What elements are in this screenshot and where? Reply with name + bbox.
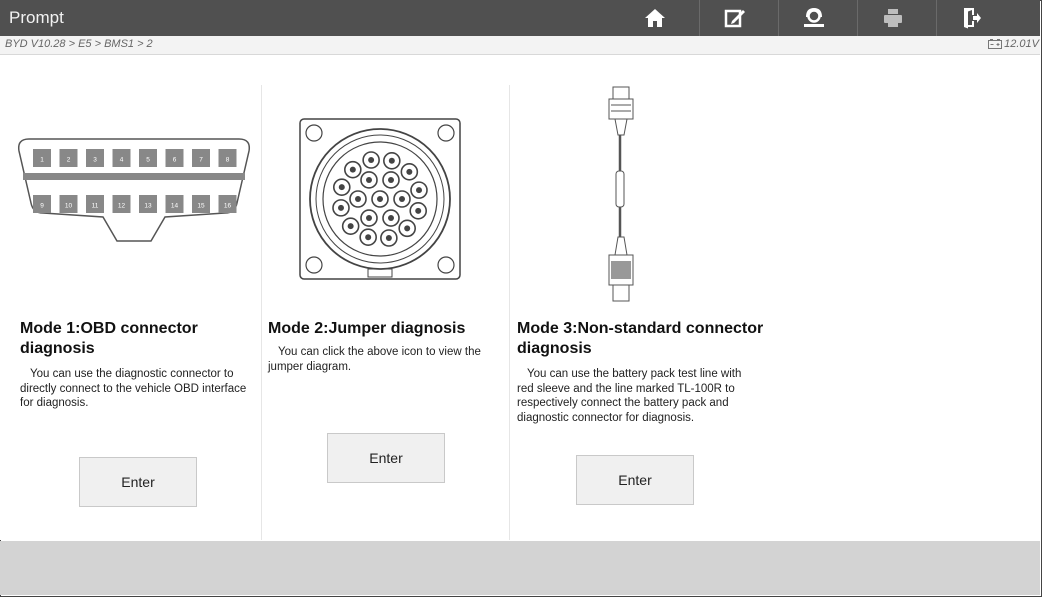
obd-connector-image[interactable]: 12345678 9 10 11 12 13 14 15 16	[15, 135, 253, 247]
obd-pin-label: 16	[224, 203, 232, 210]
obd-pin-label: 10	[65, 203, 73, 210]
exit-icon	[964, 8, 981, 29]
jumper-connector-image[interactable]	[298, 117, 462, 281]
column-divider	[509, 85, 510, 540]
obd-pin-label: 12	[118, 203, 126, 210]
edit-report-icon	[724, 9, 745, 28]
jumper-pin-center	[347, 223, 354, 230]
support-button[interactable]	[778, 0, 849, 36]
report-button[interactable]	[699, 0, 770, 36]
jumper-pin-center	[338, 184, 345, 191]
obd-pin-label: 2	[67, 157, 71, 164]
obd-pin-label: 4	[120, 157, 124, 164]
jumper-pin-center	[337, 204, 344, 211]
jumper-pin-center	[349, 166, 356, 173]
voltage-value: 12.01V	[1004, 38, 1039, 50]
home-icon	[645, 9, 665, 27]
column-divider	[261, 85, 262, 540]
battery-icon	[988, 39, 1003, 49]
window-title: Prompt	[9, 8, 64, 27]
test-cable-image[interactable]	[592, 85, 652, 307]
mode-2-enter-button[interactable]: Enter	[327, 433, 445, 483]
mode-3-enter-button[interactable]: Enter	[576, 455, 694, 505]
jumper-pin-center	[366, 176, 372, 183]
jumper-pin-center	[388, 176, 394, 183]
mode-3-description: You can use the battery pack test line w…	[517, 368, 742, 424]
mode-2-description: You can click the above icon to view the…	[268, 346, 481, 373]
mode-1-description: You can use the diagnostic connector to …	[20, 368, 247, 409]
support-icon	[804, 8, 824, 27]
obd-pin-label: 1	[40, 157, 44, 164]
jumper-pin-center	[355, 196, 361, 202]
title-bar: Prompt	[0, 0, 1040, 36]
jumper-pin-center	[416, 187, 423, 194]
obd-pin-label: 7	[199, 157, 203, 164]
jumper-pin-center	[399, 196, 405, 202]
jumper-pin-center	[388, 157, 395, 164]
obd-pin-label: 5	[146, 157, 150, 164]
breadcrumb-bar: BYD V10.28 > E5 > BMS1 > 2 12.01V	[0, 36, 1040, 55]
print-icon	[884, 9, 902, 27]
obd-pin-label: 9	[40, 203, 44, 210]
exit-button[interactable]	[936, 0, 1007, 36]
mode-3-title: Mode 3:Non-standard connector diagnosis	[517, 320, 764, 357]
jumper-pin-center	[406, 168, 413, 175]
jumper-pin-center	[388, 215, 394, 222]
obd-pin-label: 8	[226, 157, 230, 164]
jumper-pin-center	[404, 225, 411, 232]
home-button[interactable]	[620, 0, 690, 36]
jumper-pin-center	[368, 156, 375, 163]
jumper-pin-center	[377, 196, 383, 202]
mode-1-title: Mode 1:OBD connector diagnosis	[20, 320, 198, 357]
voltage-indicator: 12.01V	[988, 38, 1039, 50]
mode-1-enter-button[interactable]: Enter	[79, 457, 197, 507]
obd-pin-label: 3	[93, 157, 97, 164]
obd-pin-label: 13	[144, 203, 152, 210]
jumper-pin-center	[365, 234, 372, 241]
jumper-pin-center	[385, 235, 392, 242]
print-button[interactable]	[857, 0, 928, 36]
mode-selection-panel: 12345678 9 10 11 12 13 14 15 16 Mode 1:OBD conn…	[0, 55, 1040, 540]
footer-bar	[0, 541, 1040, 595]
jumper-pin-center	[415, 207, 422, 214]
obd-pin-label: 6	[173, 157, 177, 164]
mode-2-title: Mode 2:Jumper diagnosis	[268, 320, 466, 337]
jumper-pin-center	[366, 215, 372, 222]
obd-pin-label: 14	[171, 203, 179, 210]
obd-pin-label: 11	[92, 203, 99, 210]
obd-pin-label: 15	[197, 203, 205, 210]
breadcrumb: BYD V10.28 > E5 > BMS1 > 2	[5, 38, 153, 50]
